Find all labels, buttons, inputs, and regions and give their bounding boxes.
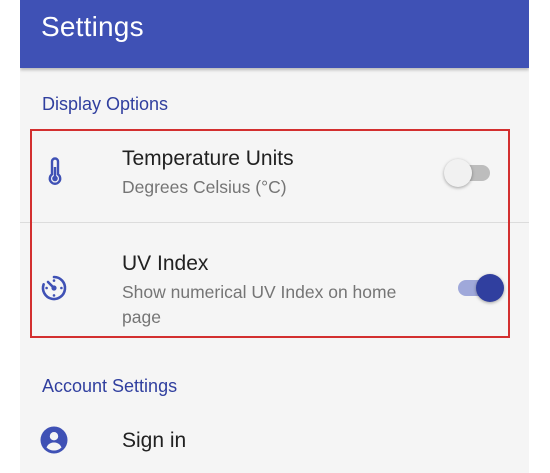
pref-uv-index[interactable]: UV Index Show numerical UV Index on home… [20,223,529,336]
section-header-display-options: Display Options [42,94,169,114]
pref-uv-summary: Show numerical UV Index on home page [122,282,397,327]
settings-screen: Settings Display Options Temperature Uni… [20,0,529,473]
pref-sign-in-title: Sign in [122,429,187,452]
temperature-units-toggle[interactable] [444,158,494,188]
page-title: Settings [41,11,144,42]
section-header-account-settings: Account Settings [42,376,178,396]
pref-temperature-title: Temperature Units [122,147,294,170]
pref-uv-title: UV Index [122,252,209,275]
uv-index-toggle[interactable] [454,273,504,303]
pref-temperature-summary: Degrees Celsius (°C) [122,177,287,197]
pref-sign-in[interactable]: Sign in [20,410,529,473]
pref-temperature-units[interactable]: Temperature Units Degrees Celsius (°C) [20,130,529,222]
toggle-thumb [476,274,504,302]
toggle-thumb [444,159,472,187]
app-bar: Settings [20,0,529,68]
thermometer-icon [40,157,70,187]
account-circle-icon [39,425,69,455]
uv-index-icon [39,273,69,303]
